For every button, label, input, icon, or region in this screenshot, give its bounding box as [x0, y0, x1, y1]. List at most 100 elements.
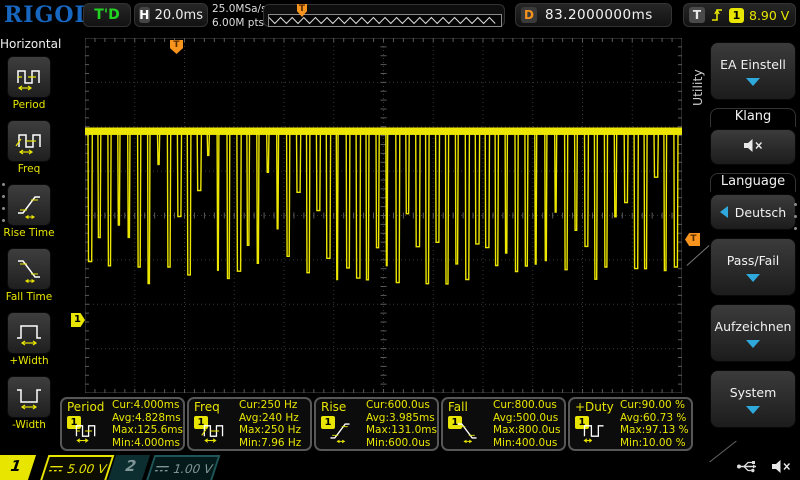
menu-item-fall-time[interactable]: Fall Time — [0, 248, 58, 312]
trigger-level-value: 8.90 V — [749, 8, 789, 23]
stat-value: 60.73 % — [643, 412, 686, 424]
stat-label: Avg: — [239, 412, 262, 424]
menu-item-freq[interactable]: Freq — [0, 120, 58, 184]
pwidth-icon[interactable] — [7, 312, 51, 354]
stat-value: 800.0us — [515, 399, 557, 411]
trigger-label: T — [689, 7, 705, 23]
acquisition-info: 25.0MSa/s 6.00M pts — [212, 2, 267, 30]
measurement-name: Freq — [194, 400, 220, 414]
channel1-scale: 5.00 V — [65, 462, 108, 476]
softkey-language[interactable]: Language Deutsch — [710, 173, 796, 230]
channel1-level-marker[interactable]: 1 — [71, 313, 85, 327]
trigger-delay-box[interactable]: D 83.2000000ms — [515, 3, 672, 27]
softkey-klang[interactable]: Klang — [710, 108, 796, 165]
softkey-label: Klang — [710, 108, 796, 127]
stat-row: Max:131.0ms — [366, 424, 437, 437]
right-menu-items: EA Einstell Klang Language Deutsch Pass/Fail… — [710, 42, 796, 436]
stat-label: Cur: — [620, 399, 642, 411]
utility-tab-edge — [687, 245, 710, 266]
menu-item--width[interactable]: +Width — [0, 312, 58, 376]
softkey-klang-button[interactable] — [710, 129, 796, 165]
measurement-stats: Cur:250 HzAvg:240 HzMax:250 HzMin:7.96 H… — [239, 399, 301, 449]
menu-item-label: Rise Time — [3, 227, 54, 239]
speaker-muted-icon — [742, 138, 764, 156]
stat-value: 240 Hz — [262, 412, 299, 424]
horizontal-h-icon: H — [139, 7, 150, 23]
rigol-logo: RIGOL — [4, 2, 91, 28]
stat-value: 500.0us — [516, 412, 558, 424]
stat-row: Min:400.0us — [493, 437, 560, 450]
fall-icon[interactable] — [7, 248, 51, 290]
chevron-down-icon — [746, 78, 760, 86]
softkey-language-button[interactable]: Deutsch — [710, 194, 796, 230]
trigger-source-badge: 1 — [729, 8, 744, 23]
stat-value: 3.985ms — [389, 412, 435, 424]
channel2-scale: 1.00 V — [171, 462, 214, 476]
stat-row: Avg:60.73 % — [620, 412, 689, 425]
freq-icon — [195, 418, 231, 448]
stat-value: 4.828ms — [135, 412, 181, 424]
measurement--duty: +Duty1Cur:90.00 %Avg:60.73 %Max:97.13 %M… — [568, 397, 693, 451]
stat-value: 125.6ms — [137, 424, 183, 436]
trigger-settings-box[interactable]: T 1 8.90 V — [683, 3, 796, 27]
stat-row: Min:7.96 Hz — [239, 437, 301, 450]
trigger-status-text: T'D — [94, 7, 119, 23]
menu-item-label: Fall Time — [6, 291, 52, 303]
menu-item-label: Period — [13, 99, 46, 111]
channel1-scale-box[interactable]: 5.00 V — [40, 455, 115, 480]
softkey-label: Language — [710, 173, 796, 192]
chevron-left-icon — [720, 206, 728, 218]
stat-row: Avg:4.828ms — [112, 412, 183, 425]
period-icon[interactable] — [7, 56, 51, 98]
stat-label: Max: — [366, 424, 391, 436]
measurement-stats: Cur:800.0usAvg:500.0usMax:800.0usMin:400… — [493, 399, 560, 449]
delay-label: D — [521, 7, 537, 23]
dc-coupling-icon — [46, 463, 66, 474]
trigger-level-marker[interactable]: T — [685, 233, 700, 246]
channel-bar: 1 5.00 V 2 1.00 V — [0, 455, 800, 480]
stat-row: Max:97.13 % — [620, 424, 689, 437]
left-menu-page-dots — [2, 183, 5, 222]
menu-item-period[interactable]: Period — [0, 56, 58, 120]
menu-item--width[interactable]: -Width — [0, 376, 58, 440]
channel2-badge[interactable]: 2 — [108, 455, 150, 480]
menu-item-rise-time[interactable]: Rise Time — [0, 184, 58, 248]
stat-label: Cur: — [493, 399, 515, 411]
stat-row: Cur:600.0us — [366, 399, 437, 412]
stat-value: 7.96 Hz — [261, 437, 301, 449]
stat-label: Max: — [239, 424, 264, 436]
corner-divider — [709, 441, 736, 463]
dc-coupling-icon — [152, 463, 172, 474]
freq-icon[interactable] — [7, 120, 51, 162]
stat-value: 97.13 % — [645, 424, 688, 436]
stat-value: 90.00 % — [642, 399, 685, 411]
softkey-system[interactable]: System — [710, 370, 796, 428]
softkey-pass-fail[interactable]: Pass/Fail — [710, 238, 796, 296]
measurement-fall: Fall1Cur:800.0usAvg:500.0usMax:800.0usMi… — [441, 397, 566, 451]
chevron-down-icon — [746, 406, 760, 414]
softkey-ea-einstell[interactable]: EA Einstell — [710, 42, 796, 100]
channel1-badge[interactable]: 1 — [0, 455, 36, 480]
stat-label: Max: — [493, 424, 518, 436]
stat-value: 800.0us — [518, 424, 560, 436]
menu-item-label: Freq — [18, 163, 41, 175]
channel2-scale-box[interactable]: 1.00 V — [146, 455, 221, 480]
stat-value: 4.000ms — [134, 399, 180, 411]
status-icons — [736, 459, 792, 474]
rise-icon[interactable] — [7, 184, 51, 226]
stat-label: Cur: — [239, 399, 261, 411]
speaker-muted-icon — [770, 459, 792, 474]
waveform-display[interactable] — [85, 38, 682, 393]
stat-value: 131.0ms — [391, 424, 437, 436]
softkey-label: EA Einstell — [720, 57, 786, 72]
waveform-preview-bar[interactable]: T — [263, 4, 505, 27]
horizontal-timebase-box[interactable]: H 20.0ms — [134, 3, 208, 27]
softkey-aufzeichnen[interactable]: Aufzeichnen — [710, 304, 796, 362]
utility-tab-label: Utility — [690, 52, 706, 124]
stat-row: Max:800.0us — [493, 424, 560, 437]
rising-edge-icon — [710, 7, 724, 23]
nwidth-icon[interactable] — [7, 376, 51, 418]
channel1-number: 1 — [8, 457, 24, 475]
stat-row: Cur:4.000ms — [112, 399, 183, 412]
softkey-label: Pass/Fail — [727, 253, 780, 268]
